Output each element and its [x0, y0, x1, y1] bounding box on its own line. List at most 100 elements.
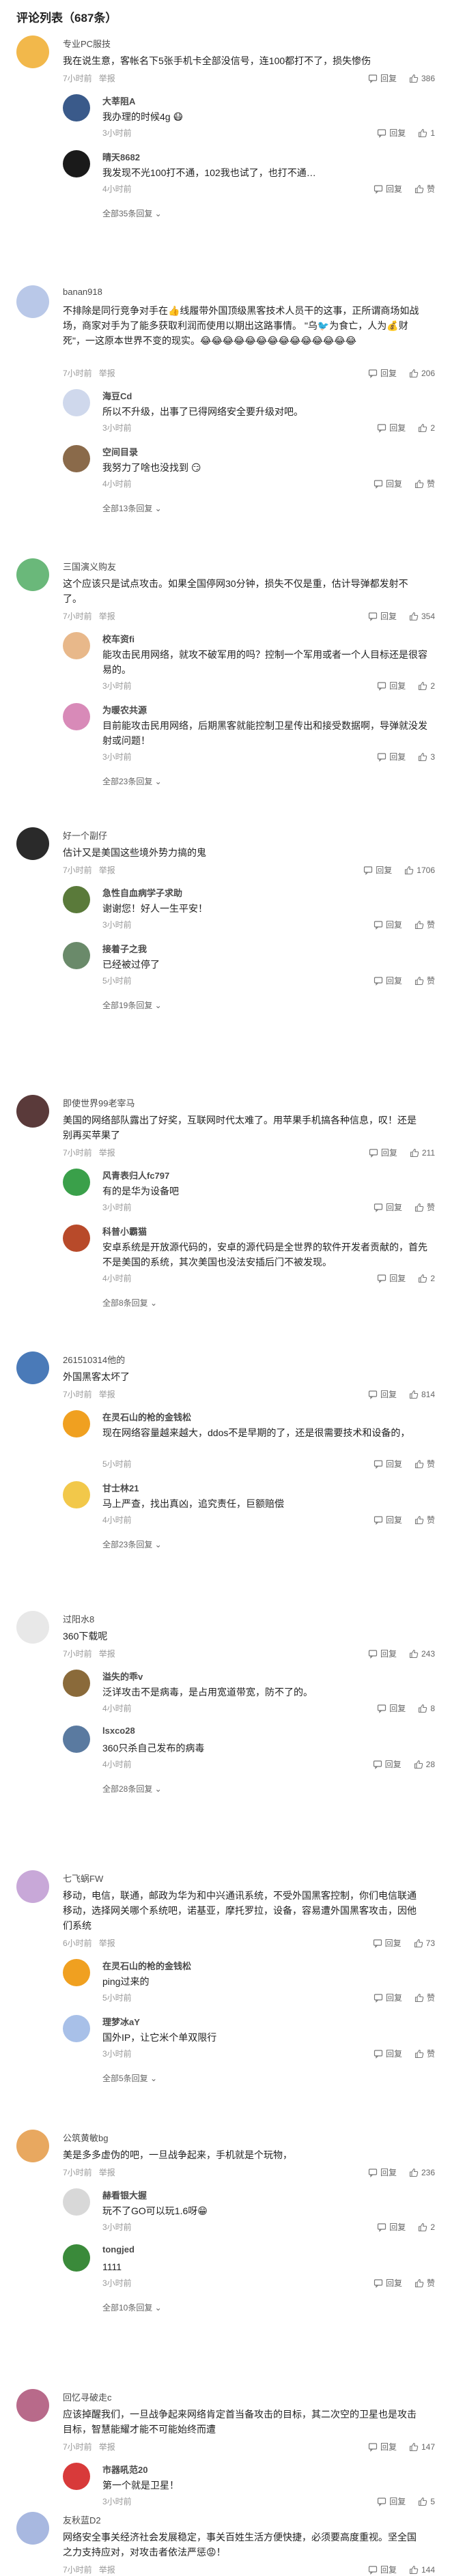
comment-author[interactable]: 好一个副仔 — [63, 829, 107, 842]
avatar[interactable] — [63, 886, 90, 913]
reply-author[interactable]: 在灵石山的枪的金钱松 — [102, 1959, 191, 1972]
show-more-replies[interactable]: 全部23条回复 ⌄ — [102, 1539, 162, 1550]
like-button[interactable]: 5 — [418, 2497, 435, 2506]
reply-button[interactable]: 回复 — [368, 1648, 397, 1659]
show-more-replies[interactable]: 全部5条回复 ⌄ — [102, 2072, 157, 2084]
show-more-replies[interactable]: 全部23条回复 ⌄ — [102, 775, 162, 787]
like-button[interactable]: 2 — [418, 1274, 435, 1283]
avatar[interactable] — [63, 1410, 90, 1437]
avatar[interactable] — [63, 1726, 90, 1753]
reply-author[interactable]: 空间目录 — [102, 445, 138, 458]
report-link[interactable]: 举报 — [99, 1649, 115, 1659]
reply-button[interactable]: 回复 — [377, 680, 406, 691]
show-more-replies[interactable]: 全部28条回复 ⌄ — [102, 1783, 162, 1794]
reply-button[interactable]: 回复 — [377, 751, 406, 762]
report-link[interactable]: 举报 — [99, 1390, 115, 1399]
report-link[interactable]: 举报 — [99, 865, 115, 875]
like-button[interactable]: 3 — [418, 752, 435, 762]
reply-button[interactable]: 回复 — [363, 864, 392, 876]
reply-button[interactable]: 回复 — [374, 478, 402, 489]
reply-author[interactable]: 晴天8682 — [102, 150, 140, 163]
report-link[interactable]: 举报 — [99, 2442, 115, 2452]
like-button[interactable]: 赞 — [414, 1201, 435, 1213]
comment-author[interactable]: 公筑黄敏bg — [63, 2131, 108, 2144]
reply-author[interactable]: 市器吼范20 — [102, 2463, 147, 2476]
like-button[interactable]: 赞 — [414, 183, 435, 195]
avatar[interactable] — [16, 827, 49, 860]
like-button[interactable]: 211 — [410, 1148, 435, 1158]
reply-button[interactable]: 回复 — [374, 919, 402, 930]
show-more-replies[interactable]: 全部19条回复 ⌄ — [102, 999, 162, 1011]
reply-button[interactable]: 回复 — [374, 1514, 402, 1526]
avatar[interactable] — [16, 35, 49, 68]
comment-author[interactable]: 三国演义购友 — [63, 560, 116, 573]
avatar[interactable] — [63, 942, 90, 969]
avatar[interactable] — [16, 1611, 49, 1644]
like-button[interactable]: 1 — [418, 128, 435, 138]
reply-button[interactable]: 回复 — [374, 183, 402, 195]
reply-author[interactable]: 海豆Cd — [102, 389, 132, 402]
reply-author[interactable]: 甘士林21 — [102, 1481, 139, 1494]
reply-button[interactable]: 回复 — [368, 610, 397, 622]
reply-button[interactable]: 回复 — [374, 975, 402, 986]
reply-button[interactable]: 回复 — [368, 1388, 397, 1400]
report-link[interactable]: 举报 — [99, 1148, 115, 1158]
report-link[interactable]: 举报 — [99, 612, 115, 621]
reply-button[interactable]: 回复 — [377, 1702, 406, 1714]
avatar[interactable] — [16, 285, 49, 318]
reply-author[interactable]: 接着子之我 — [102, 942, 147, 955]
show-more-replies[interactable]: 全部35条回复 ⌄ — [102, 207, 162, 219]
like-button[interactable]: 206 — [409, 369, 435, 378]
avatar[interactable] — [63, 1225, 90, 1252]
reply-author[interactable]: 为暖农共源 — [102, 703, 147, 716]
like-button[interactable]: 2 — [418, 423, 435, 433]
reply-button[interactable]: 回复 — [377, 1272, 406, 1284]
like-button[interactable]: 赞 — [414, 975, 435, 986]
reply-button[interactable]: 回复 — [377, 127, 406, 139]
avatar[interactable] — [63, 389, 90, 416]
reply-author[interactable]: 急性自血病学子求助 — [102, 886, 182, 899]
reply-button[interactable]: 回复 — [369, 1147, 397, 1158]
comment-author[interactable]: 261510314他的 — [63, 1353, 125, 1366]
avatar[interactable] — [16, 2512, 49, 2545]
reply-author[interactable]: 理梦冰aY — [102, 2015, 140, 2028]
like-button[interactable]: 386 — [409, 74, 435, 83]
reply-author[interactable]: tongjed — [102, 2244, 135, 2255]
report-link[interactable]: 举报 — [99, 2168, 115, 2177]
reply-button[interactable]: 回复 — [373, 1758, 402, 1770]
like-button[interactable]: 1706 — [404, 865, 435, 875]
avatar[interactable] — [16, 1870, 49, 1903]
like-button[interactable]: 147 — [409, 2442, 435, 2452]
reply-author[interactable]: 大莘阻A — [102, 94, 135, 107]
comment-author[interactable]: 即使世界99老宰马 — [63, 1096, 135, 1109]
avatar[interactable] — [63, 1169, 90, 1196]
show-more-replies[interactable]: 全部13条回复 ⌄ — [102, 502, 162, 514]
avatar[interactable] — [63, 1959, 90, 1986]
reply-author[interactable]: 溢失的乖v — [102, 1670, 143, 1683]
like-button[interactable]: 赞 — [414, 2277, 435, 2289]
like-button[interactable]: 赞 — [414, 1458, 435, 1470]
show-more-replies[interactable]: 全部8条回复 ⌄ — [102, 1297, 157, 1308]
reply-button[interactable]: 回复 — [377, 2495, 406, 2507]
comment-author[interactable]: 友秋蓝D2 — [63, 2513, 101, 2526]
avatar[interactable] — [63, 2463, 90, 2490]
reply-button[interactable]: 回复 — [374, 1992, 402, 2003]
reply-author[interactable]: lsxco28 — [102, 1726, 135, 1736]
like-button[interactable]: 赞 — [414, 2048, 435, 2059]
avatar[interactable] — [63, 445, 90, 472]
avatar[interactable] — [63, 2244, 90, 2272]
reply-button[interactable]: 回复 — [374, 1201, 402, 1213]
comment-author[interactable]: 专业PC服技 — [63, 37, 111, 50]
reply-button[interactable]: 回复 — [368, 2441, 397, 2452]
avatar[interactable] — [16, 1095, 49, 1128]
avatar[interactable] — [16, 2130, 49, 2162]
like-button[interactable]: 73 — [414, 1938, 435, 1948]
reply-author[interactable]: 科普小霸猫 — [102, 1225, 147, 1237]
comment-author[interactable]: 七飞蜗FW — [63, 1872, 103, 1885]
like-button[interactable]: 赞 — [414, 1992, 435, 2003]
comment-author[interactable]: 回忆寻破走c — [63, 2390, 112, 2403]
comment-author[interactable]: banan918 — [63, 287, 102, 297]
like-button[interactable]: 2 — [418, 681, 435, 691]
report-link[interactable]: 举报 — [99, 369, 115, 378]
report-link[interactable]: 举报 — [99, 1938, 115, 1948]
